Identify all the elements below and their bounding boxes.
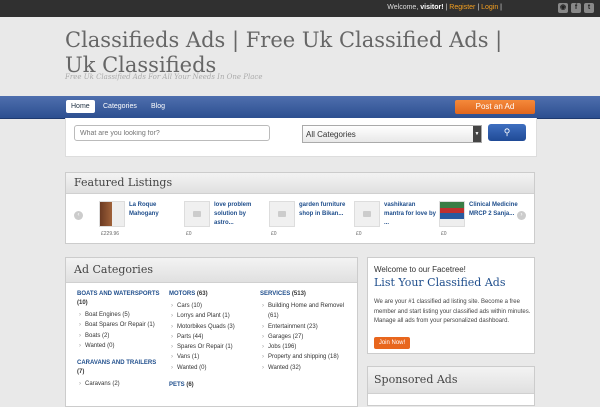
nav-home[interactable]: Home [66, 100, 95, 113]
featured-item[interactable]: love problem solution by astro... £0 [184, 201, 251, 237]
category-count: (7) [77, 369, 85, 376]
image-placeholder-icon [363, 211, 371, 217]
category-count: (10) [77, 300, 88, 306]
rss-icon[interactable]: ◉ [558, 3, 568, 13]
register-link[interactable]: Register [449, 4, 475, 11]
subcategory-link[interactable]: Wanted (32) [260, 363, 345, 374]
featured-listings: Featured Listings ‹ › La Roque Mahogany … [65, 172, 535, 244]
category-select-value: All Categories [306, 130, 356, 139]
subcategory-link[interactable]: Entertainment (23) [260, 322, 345, 333]
category-heading[interactable]: CARAVANS AND TRAILERS (7) [77, 359, 162, 377]
subcategory-link[interactable]: Garages (27) [260, 332, 345, 343]
listing-price: £0 [356, 231, 362, 237]
listing-title[interactable]: garden furniture shop in Bikan... [299, 201, 351, 219]
nav-categories[interactable]: Categories [98, 100, 142, 113]
listing-title[interactable]: love problem solution by astro... [214, 201, 266, 228]
featured-item[interactable]: garden furniture shop in Bikan... £0 [269, 201, 345, 237]
post-ad-button[interactable]: Post an Ad [455, 100, 535, 114]
listing-thumbnail[interactable] [269, 201, 295, 227]
subcategory-link[interactable]: Property and shipping (18) [260, 352, 345, 363]
subcategory-link[interactable]: Boats (2) [77, 331, 162, 342]
welcome-message: Welcome, visitor! | Register | Login | [387, 4, 502, 11]
search-icon: ⚲ [503, 127, 511, 137]
chevron-down-icon: ▼ [473, 126, 481, 142]
listing-price: £0 [441, 231, 447, 237]
subcategory-link[interactable]: Wanted (0) [169, 363, 254, 374]
username: visitor! [420, 4, 444, 11]
subcategory-link[interactable]: Boat Engines (5) [77, 310, 162, 321]
category-heading[interactable]: MOTORS (63) [169, 290, 254, 299]
listing-title[interactable]: La Roque Mahogany [129, 201, 181, 219]
welcome-box-text: We are your #1 classified ad listing sit… [374, 299, 531, 324]
join-now-button[interactable]: Join Now! [374, 337, 410, 349]
category-heading[interactable]: PETS (6) [169, 381, 254, 390]
listing-title[interactable]: Clinical Medicine MRCP 2 Sanja... [469, 201, 521, 219]
listing-title[interactable]: vashikaran mantra for love by ... [384, 201, 436, 228]
category-heading-label[interactable]: PETS [169, 382, 185, 388]
category-heading-label[interactable]: BOATS AND WATERSPORTS [77, 291, 160, 297]
site-title[interactable]: Classifieds Ads | Free Uk Classified Ads… [65, 28, 535, 78]
category-column: SERVICES (513) Building Home and Removel… [260, 290, 345, 373]
nav-blog[interactable]: Blog [146, 100, 170, 113]
subcategory-link[interactable]: Cars (10) [169, 301, 254, 312]
sponsored-ads: Sponsored Ads [367, 366, 535, 406]
site-tagline: Free Uk Classified Ads For All Your Need… [65, 73, 263, 81]
subcategory-link[interactable]: Lorrys and Plant (1) [169, 311, 254, 322]
search-button[interactable]: ⚲ [488, 124, 526, 141]
featured-item[interactable]: La Roque Mahogany £229.96 [99, 201, 159, 237]
chevron-left-icon[interactable]: ‹ [74, 211, 83, 220]
image-placeholder-icon [278, 211, 286, 217]
twitter-icon[interactable]: t [584, 3, 594, 13]
sponsored-title: Sponsored Ads [368, 367, 534, 394]
welcome-box-heading: List Your Classified Ads [374, 276, 506, 289]
category-select[interactable]: All Categories ▼ [302, 125, 482, 143]
listing-thumbnail[interactable] [354, 201, 380, 227]
listing-price: £0 [271, 231, 277, 237]
category-column: BOATS AND WATERSPORTS (10) Boat Engines … [77, 290, 162, 390]
image-placeholder-icon [193, 211, 201, 217]
subcategory-link[interactable]: Building Home and Removel (61) [260, 301, 345, 322]
subcategory-link[interactable]: Boat Spares Or Repair (1) [77, 320, 162, 331]
listing-thumbnail[interactable] [439, 201, 465, 227]
search-panel: All Categories ▼ ⚲ [65, 118, 537, 157]
subcategory-link[interactable]: Parts (44) [169, 332, 254, 343]
featured-title: Featured Listings [66, 173, 534, 194]
listing-price: £0 [186, 231, 192, 237]
category-count: (513) [291, 291, 306, 297]
category-heading[interactable]: SERVICES (513) [260, 290, 345, 299]
welcome-prefix: Welcome, [387, 4, 419, 11]
listing-thumbnail[interactable] [99, 201, 125, 227]
listing-thumbnail[interactable] [184, 201, 210, 227]
welcome-box: Welcome to our Facetree! List Your Class… [367, 257, 535, 354]
category-heading-label[interactable]: MOTORS [169, 291, 195, 297]
category-column: MOTORS (63) Cars (10) Lorrys and Plant (… [169, 290, 254, 390]
listing-price: £229.96 [101, 231, 120, 237]
subcategory-link[interactable]: Spares Or Repair (1) [169, 342, 254, 353]
category-count: (63) [196, 291, 208, 297]
login-link[interactable]: Login [481, 4, 498, 11]
subcategory-link[interactable]: Motorbikes Quads (3) [169, 322, 254, 333]
category-heading-label[interactable]: SERVICES [260, 291, 290, 297]
search-input[interactable] [74, 125, 270, 141]
category-heading-label[interactable]: CARAVANS AND TRAILERS [77, 360, 156, 366]
category-count: (6) [186, 382, 194, 389]
ad-categories-title: Ad Categories [66, 258, 357, 283]
subcategory-link[interactable]: Caravans (2) [77, 379, 162, 390]
category-heading[interactable]: BOATS AND WATERSPORTS (10) [77, 290, 162, 308]
top-bar: Welcome, visitor! | Register | Login | ◉… [0, 0, 600, 17]
facebook-icon[interactable]: f [571, 3, 581, 13]
ad-categories: Ad Categories BOATS AND WATERSPORTS (10)… [65, 257, 358, 407]
featured-item[interactable]: Clinical Medicine MRCP 2 Sanja... £0 [439, 201, 518, 237]
subcategory-link[interactable]: Vans (1) [169, 352, 254, 363]
subcategory-link[interactable]: Jobs (196) [260, 342, 345, 353]
subcategory-link[interactable]: Wanted (0) [77, 341, 162, 352]
welcome-box-title: Welcome to our Facetree! [374, 265, 466, 274]
featured-item[interactable]: vashikaran mantra for love by ... £0 [354, 201, 436, 237]
